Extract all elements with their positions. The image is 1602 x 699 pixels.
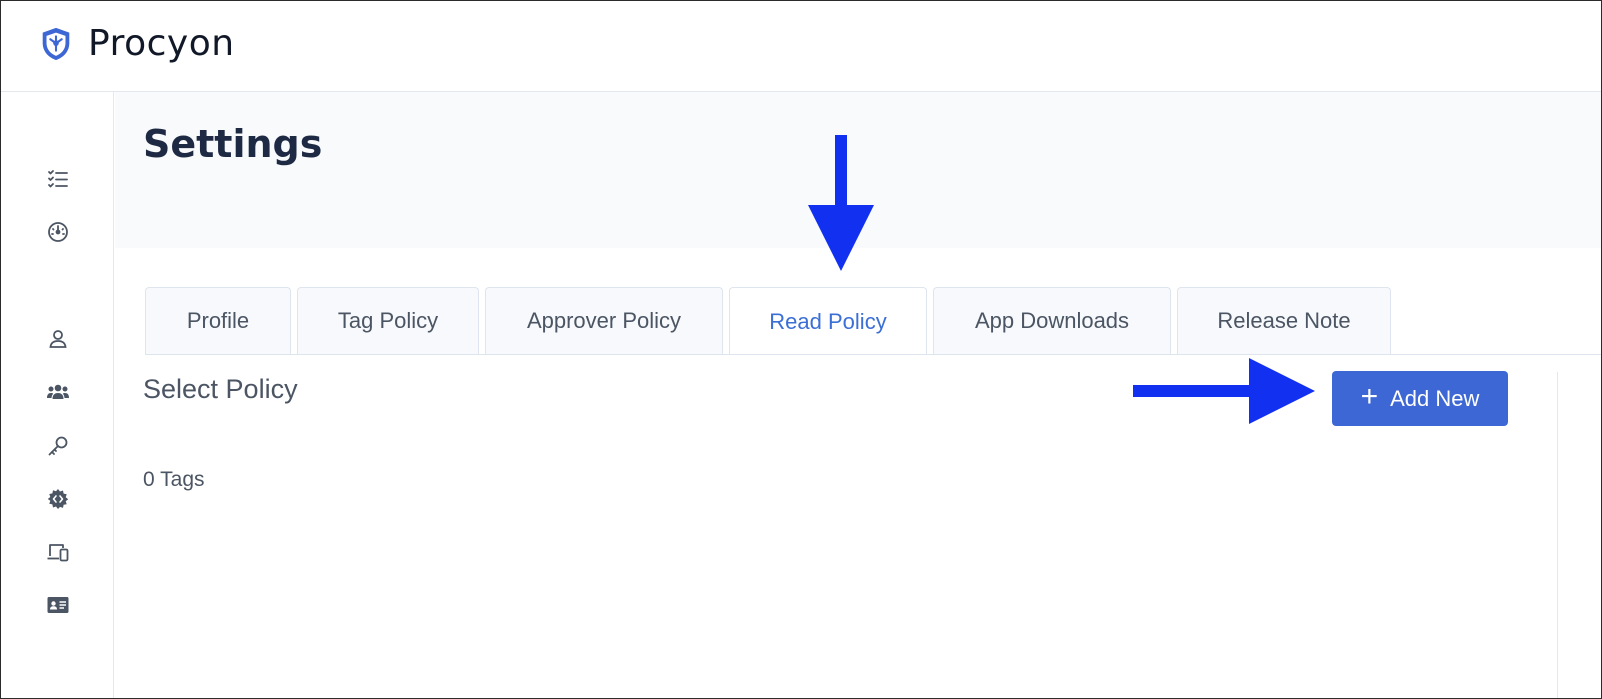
gear-code-icon — [47, 489, 69, 509]
sidebar-item-groups[interactable] — [45, 379, 71, 405]
sidebar-item-keys[interactable] — [45, 433, 71, 459]
sidebar-item-developer[interactable] — [45, 486, 71, 512]
tab-release-note[interactable]: Release Note — [1177, 287, 1391, 354]
devices-icon — [47, 544, 69, 562]
user-icon — [49, 330, 67, 348]
brand-name: Procyon — [88, 23, 235, 64]
tab-app-downloads[interactable]: App Downloads — [933, 287, 1171, 354]
sidebar-item-identity[interactable] — [45, 592, 71, 618]
top-header: Procyon — [1, 1, 1601, 92]
settings-tabs: Profile Tag Policy Approver Policy Read … — [145, 287, 1391, 355]
arrow-down-annotation — [808, 135, 874, 271]
add-new-button[interactable]: + Add New — [1332, 371, 1508, 426]
sidebar-item-devices[interactable] — [45, 539, 71, 565]
plus-icon: + — [1360, 380, 1379, 413]
arrow-right-annotation — [1133, 358, 1315, 424]
tab-profile[interactable]: Profile — [145, 287, 291, 354]
tab-approver-policy[interactable]: Approver Policy — [485, 287, 723, 354]
tab-tag-policy[interactable]: Tag Policy — [297, 287, 479, 354]
sidebar-item-tasks[interactable] — [45, 166, 71, 192]
tag-count: 0 Tags — [143, 468, 205, 491]
key-icon — [48, 436, 68, 456]
id-card-icon — [47, 597, 69, 613]
task-list-icon — [48, 170, 68, 188]
tabs-divider — [145, 354, 1601, 355]
sidebar-item-dashboard[interactable] — [45, 219, 71, 245]
tab-read-policy[interactable]: Read Policy — [729, 287, 927, 355]
dashboard-gauge-icon — [48, 222, 68, 242]
add-new-label: Add New — [1390, 385, 1480, 411]
users-group-icon — [47, 384, 69, 399]
sidebar-item-profile[interactable] — [45, 326, 71, 352]
sidebar — [1, 92, 114, 698]
page-title: Settings — [143, 122, 323, 166]
procyon-shield-logo[interactable] — [37, 25, 75, 63]
section-title: Select Policy — [143, 374, 298, 404]
app-window: Procyon Settings Profile Tag Policy Appr… — [0, 0, 1602, 699]
content-divider — [1557, 372, 1558, 698]
